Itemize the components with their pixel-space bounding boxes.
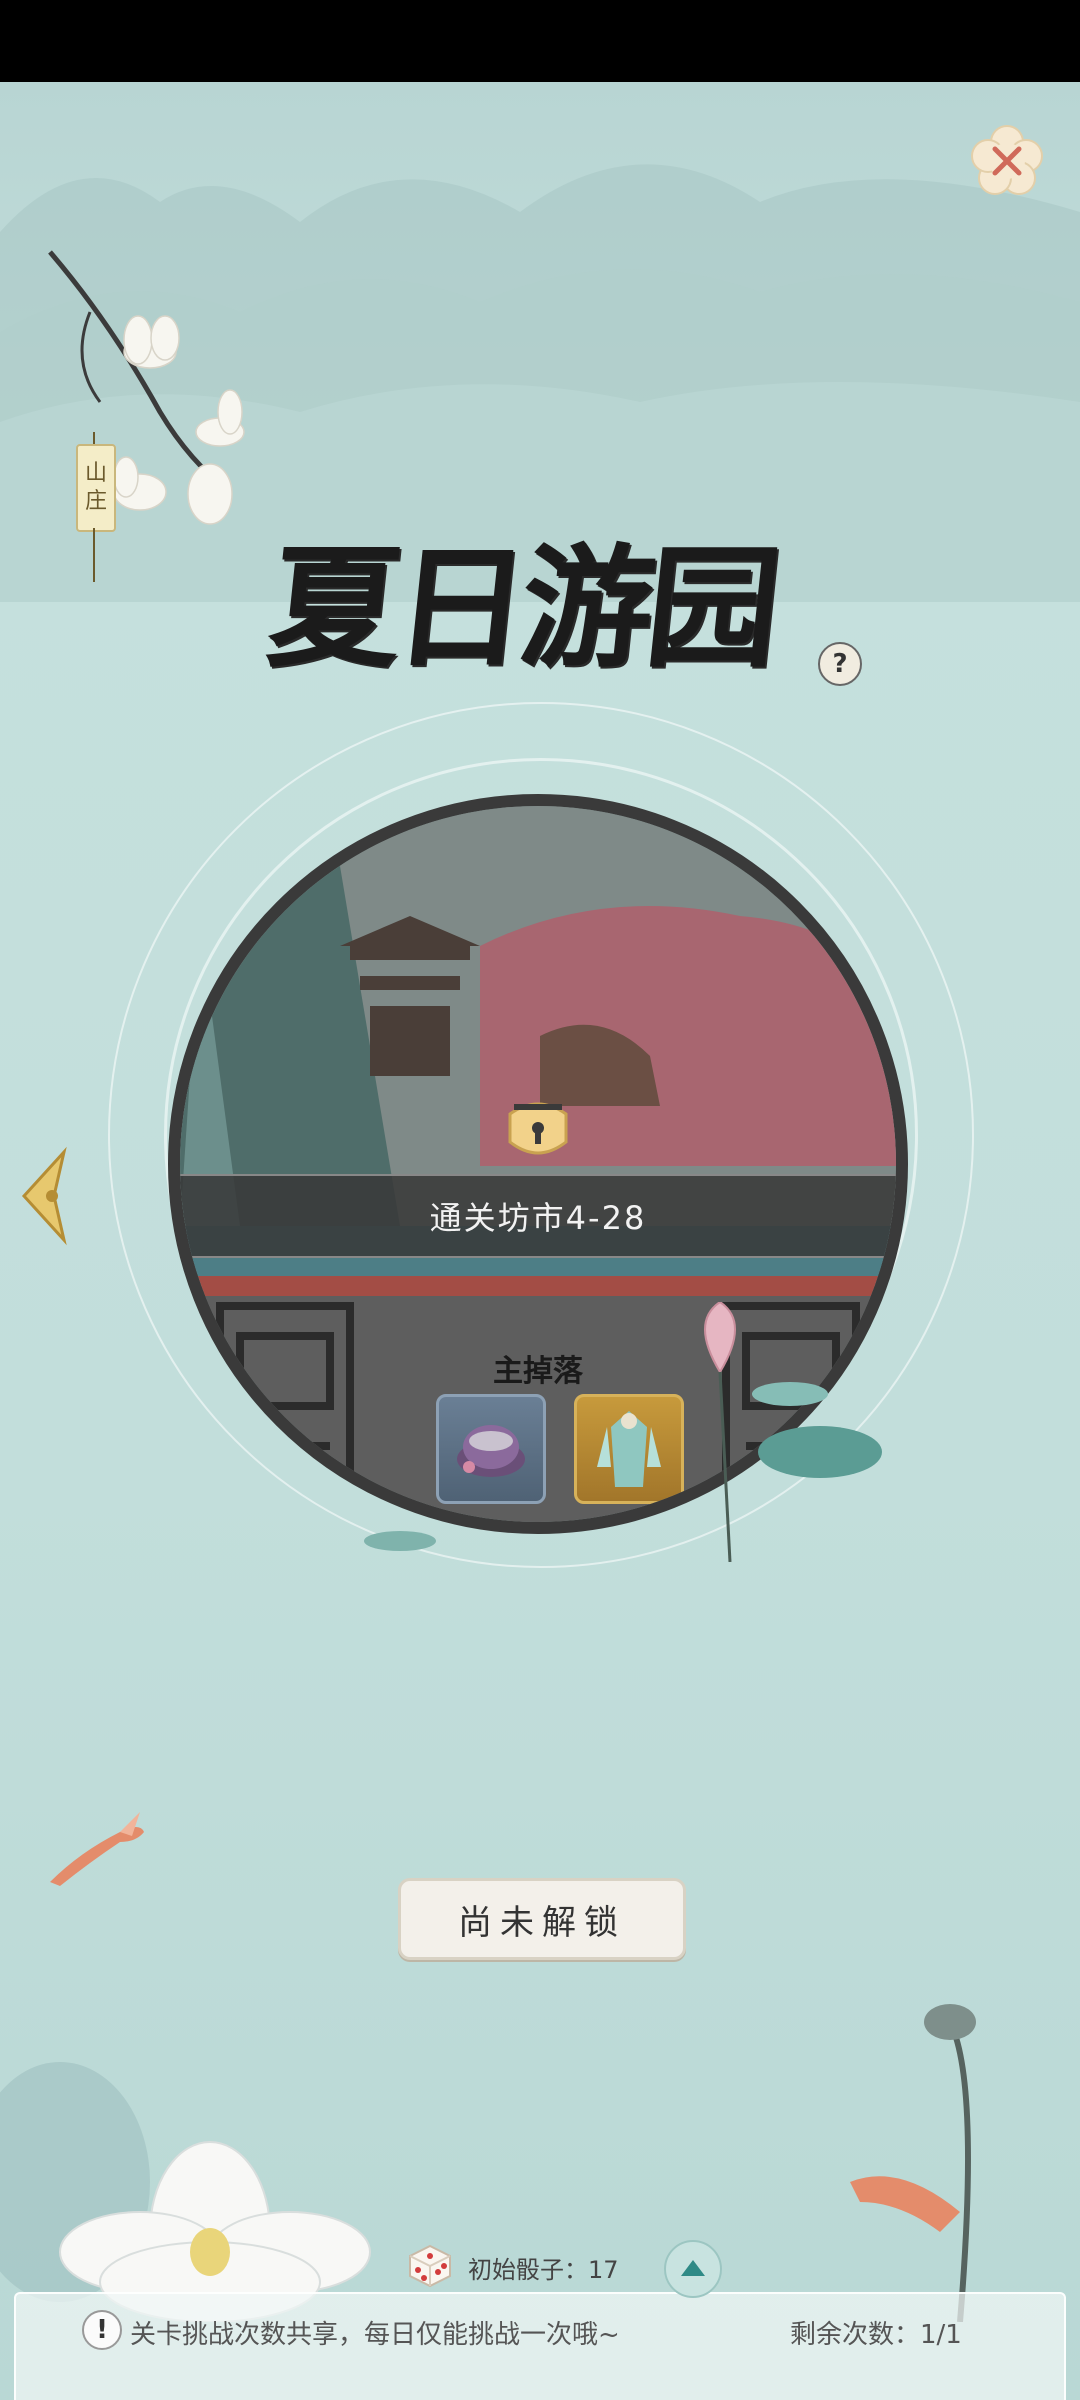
scroll-tag: 山 庄	[76, 444, 116, 532]
lily-pad-icon	[364, 1531, 436, 1551]
lock-icon	[508, 1102, 568, 1155]
close-button[interactable]	[968, 122, 1046, 200]
event-title: 夏日游园	[261, 531, 782, 686]
dice-icon	[409, 2244, 451, 2288]
remaining-attempts: 剩余次数：1/1	[790, 2320, 962, 2350]
scroll-string	[93, 432, 95, 444]
scroll-tag-char-1: 山	[84, 461, 107, 486]
costume-icon	[597, 1411, 661, 1487]
status-bar	[0, 0, 1080, 82]
game-screen: 山 庄 夏日游园 ? 通关坊市4-28 主掉落 尚未解锁	[0, 82, 1080, 2400]
previous-stage-arrow-icon[interactable]	[14, 1146, 74, 1246]
scroll-tassel	[93, 528, 95, 582]
hat-icon	[457, 1425, 525, 1477]
challenge-notice: 关卡挑战次数共享，每日仅能挑战一次哦~	[130, 2320, 620, 2350]
koi-fish-icon	[50, 1812, 144, 1886]
locked-status-button[interactable]: 尚未解锁	[398, 1878, 686, 1960]
stage-unlock-condition: 通关坊市4-28	[180, 1174, 896, 1258]
initial-dice-count: 初始骰子：17	[468, 2256, 619, 2284]
warning-icon: !	[82, 2310, 122, 2350]
expand-up-button[interactable]	[664, 2240, 722, 2298]
drop-item-costume[interactable]	[574, 1394, 684, 1504]
lotus-bud-icon	[704, 1302, 882, 1562]
scroll-tag-char-2: 庄	[84, 489, 107, 514]
help-button[interactable]: ?	[818, 642, 862, 686]
magnolia-branch-icon	[48, 250, 245, 525]
drop-item-hat[interactable]	[436, 1394, 546, 1504]
